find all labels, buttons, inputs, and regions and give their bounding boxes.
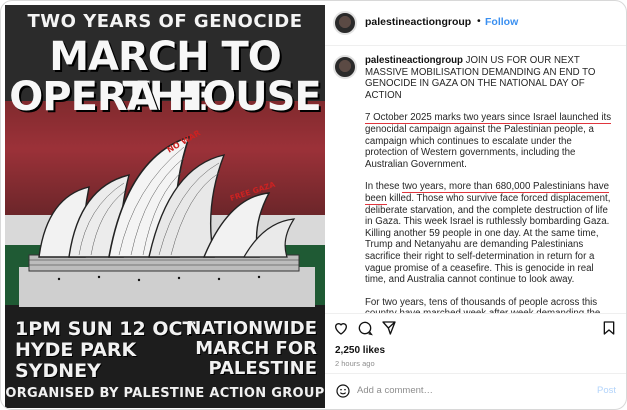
caption-paragraph-4: For two years, tens of thousands of peop… [365,296,600,313]
post-side-panel: palestineactiongroup • Follow palestinea… [325,1,626,409]
caption-paragraph-2: 7 October 2025 marks two years since Isr… [365,112,615,170]
poster-footer: ORGANISED BY PALESTINE ACTION GROUP [5,386,325,401]
comment-bar: Post [325,373,626,409]
poster-event-details: 1PM SUN 12 OCT HYDE PARK SYDNEY [15,319,195,382]
post-comment-button[interactable]: Post [597,385,616,396]
post-image-poster[interactable]: TWO YEARS OF GENOCIDE MARCH TO THE OPERA… [5,5,325,408]
poster-location: HYDE PARK [15,339,137,361]
header-username[interactable]: palestineactiongroup [365,16,471,28]
emoji-icon[interactable] [335,383,351,399]
caption-paragraph-2-text: genocidal campaign against the Palestini… [365,123,594,170]
caption-paragraph-3-lead: In these [365,181,403,193]
comment-icon[interactable] [357,320,373,336]
poster-right-line3: PALESTINE [208,358,317,379]
caption-username[interactable]: palestineactiongroup [365,55,463,66]
caption-avatar[interactable] [333,55,357,79]
header-separator: • [477,15,481,27]
caption-underlined-phrase-1: 7 October 2025 marks two years since Isr… [365,112,612,125]
avatar[interactable] [333,11,357,35]
poster-right-line1: NATIONWIDE [186,318,317,339]
poster-headline-line2: OPERA HOUSE [9,74,321,120]
poster-time-date: 1PM SUN 12 OCT [15,318,196,340]
bookmark-icon[interactable] [601,320,617,336]
post-header: palestineactiongroup • Follow [325,1,626,46]
poster-event-title: NATIONWIDE MARCH FOR PALESTINE [186,319,317,379]
caption-paragraph-3-text: killed. Those who survive face forced di… [365,192,611,286]
follow-button[interactable]: Follow [485,16,518,28]
poster-top-line: TWO YEARS OF GENOCIDE [27,11,303,32]
post-caption: palestineactiongroup JOIN US FOR OUR NEX… [325,45,626,313]
post-actions-bar [325,313,626,342]
caption-body: palestineactiongroup JOIN US FOR OUR NEX… [365,55,615,313]
likes-count[interactable]: 2,250 likes [335,345,385,356]
comment-input[interactable] [357,385,577,396]
post-card: TWO YEARS OF GENOCIDE MARCH TO THE OPERA… [0,0,627,410]
post-timestamp: 2 hours ago [335,359,375,368]
poster-city: SYDNEY [15,360,101,382]
opera-house-illustration: NO WAR FREE GAZA [19,128,315,307]
share-icon[interactable] [381,320,397,336]
caption-paragraph-3: In these two years, more than 680,000 Pa… [365,181,615,285]
heart-icon[interactable] [333,320,349,336]
caption-intro: palestineactiongroup JOIN US FOR OUR NEX… [365,55,615,101]
poster-right-line2: MARCH FOR [195,338,317,359]
